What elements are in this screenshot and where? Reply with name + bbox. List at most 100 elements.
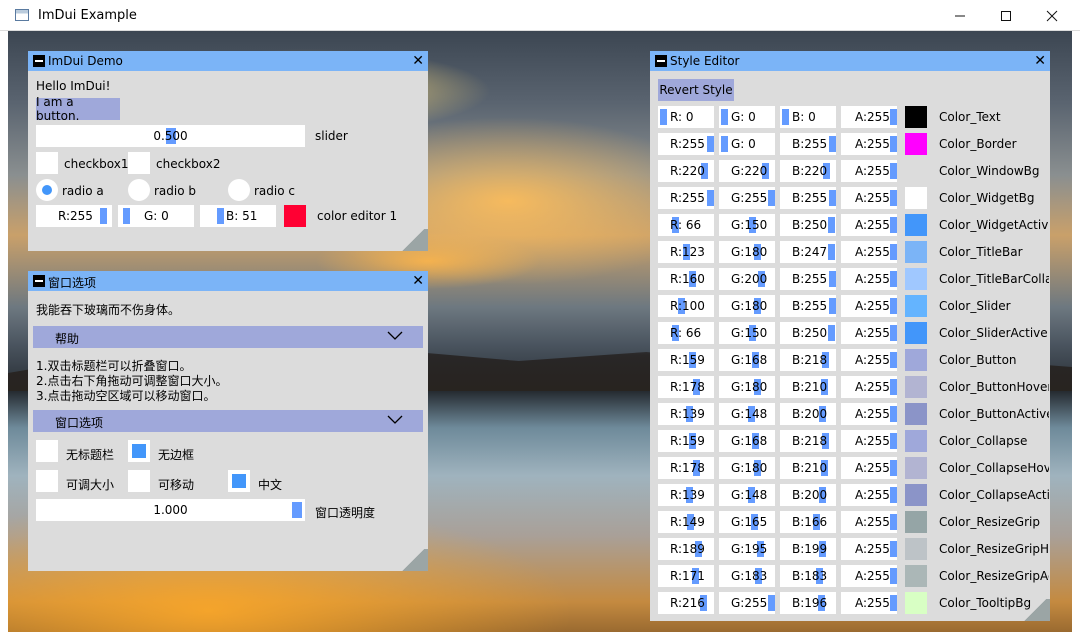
color-a-grab[interactable] [890, 271, 897, 287]
resize-grip[interactable] [398, 549, 428, 571]
color-b-field[interactable]: B:247 [780, 241, 836, 263]
color-swatch[interactable] [905, 133, 927, 155]
color-a-field[interactable]: A:255 [841, 322, 897, 344]
color-r-grab[interactable] [707, 190, 714, 206]
color-g-field[interactable]: G:255 [719, 187, 775, 209]
color-b-field[interactable]: B:250 [780, 214, 836, 236]
color-b-field[interactable]: B:200 [780, 403, 836, 425]
color-g-field[interactable]: G: 0 [719, 106, 775, 128]
color-a-field[interactable]: A:255 [841, 268, 897, 290]
color-swatch[interactable] [905, 538, 927, 560]
color-r-field[interactable]: R:159 [658, 349, 714, 371]
color-r-field[interactable]: R:123 [658, 241, 714, 263]
color-b-field[interactable]: B:218 [780, 430, 836, 452]
color-a-field[interactable]: A:255 [841, 457, 897, 479]
opacity-slider-grab[interactable] [292, 502, 302, 518]
color-r-field[interactable]: R:189 [658, 538, 714, 560]
color-r-field[interactable]: R:255 [658, 133, 714, 155]
slider[interactable]: 0.500 [36, 125, 305, 147]
color-swatch[interactable] [905, 457, 927, 479]
color-a-grab[interactable] [890, 568, 897, 584]
color-b-grab[interactable] [829, 298, 836, 314]
color-r-field[interactable]: R: 66 [658, 214, 714, 236]
color-r-field[interactable]: R: 66 [658, 322, 714, 344]
color-b-grab[interactable] [828, 217, 835, 233]
color-b-grab[interactable] [828, 244, 835, 260]
color-a-field[interactable]: A:255 [841, 295, 897, 317]
color-r-field[interactable]: R:139 [658, 484, 714, 506]
color-r-field[interactable]: R:149 [658, 511, 714, 533]
color-r-grab[interactable] [100, 208, 107, 224]
color-a-field[interactable]: A:255 [841, 214, 897, 236]
color-b-field[interactable]: B: 51 [200, 205, 276, 227]
color-swatch[interactable] [905, 187, 927, 209]
color-b-field[interactable]: B:255 [780, 133, 836, 155]
color-swatch[interactable] [905, 295, 927, 317]
options-window[interactable]: 窗口选项 ✕ 我能吞下玻璃而不伤身体。 帮助 1.双击标题栏可以折叠窗口。 2.… [28, 271, 428, 571]
color-a-grab[interactable] [890, 109, 897, 125]
color-g-field[interactable]: G:195 [719, 538, 775, 560]
color-g-field[interactable]: G:150 [719, 322, 775, 344]
minimize-button[interactable] [937, 0, 983, 31]
color-g-field[interactable]: G:168 [719, 430, 775, 452]
color-swatch[interactable] [905, 484, 927, 506]
color-g-field[interactable]: G:148 [719, 403, 775, 425]
color-a-field[interactable]: A:255 [841, 349, 897, 371]
color-b-field[interactable]: B:218 [780, 349, 836, 371]
color-b-field[interactable]: B:255 [780, 187, 836, 209]
color-swatch[interactable] [284, 205, 306, 227]
color-g-field[interactable]: G:168 [719, 349, 775, 371]
color-a-grab[interactable] [890, 325, 897, 341]
help-header[interactable]: 帮助 [33, 326, 423, 348]
color-r-field[interactable]: R:160 [658, 268, 714, 290]
color-g-field[interactable]: G: 0 [118, 205, 194, 227]
demo-button[interactable]: I am a button. [36, 95, 120, 123]
color-a-grab[interactable] [890, 298, 897, 314]
color-a-grab[interactable] [890, 379, 897, 395]
color-b-grab[interactable] [829, 190, 836, 206]
color-r-field[interactable]: R:171 [658, 565, 714, 587]
color-a-field[interactable]: A:255 [841, 565, 897, 587]
color-b-field[interactable]: B:255 [780, 295, 836, 317]
color-swatch[interactable] [905, 349, 927, 371]
color-b-grab[interactable] [217, 208, 224, 224]
style-editor-titlebar[interactable]: Style Editor ✕ [650, 51, 1050, 71]
style-editor-window[interactable]: Style Editor ✕ Revert Style R: 0 G: 0 B: 0… [650, 51, 1050, 621]
color-a-field[interactable]: A:255 [841, 538, 897, 560]
close-icon[interactable]: ✕ [412, 272, 424, 290]
close-icon[interactable]: ✕ [1034, 52, 1046, 70]
color-b-grab[interactable] [829, 136, 836, 152]
options-titlebar[interactable]: 窗口选项 ✕ [28, 271, 428, 291]
color-g-grab[interactable] [721, 109, 728, 125]
color-r-field[interactable]: R:216 [658, 592, 714, 614]
color-g-grab[interactable] [123, 208, 130, 224]
color-swatch[interactable] [905, 376, 927, 398]
color-g-field[interactable]: G:165 [719, 511, 775, 533]
chinese-checkbox[interactable] [228, 470, 250, 492]
color-a-field[interactable]: A:255 [841, 430, 897, 452]
color-a-grab[interactable] [890, 217, 897, 233]
color-b-field[interactable]: B:183 [780, 565, 836, 587]
color-swatch[interactable] [905, 565, 927, 587]
radio-b[interactable] [128, 179, 150, 201]
color-swatch[interactable] [905, 214, 927, 236]
color-a-grab[interactable] [890, 136, 897, 152]
color-a-field[interactable]: A:255 [841, 160, 897, 182]
demo-titlebar[interactable]: ImDui Demo ✕ [28, 51, 428, 71]
color-a-grab[interactable] [890, 406, 897, 422]
checkbox2[interactable] [128, 152, 150, 174]
color-g-field[interactable]: G: 0 [719, 133, 775, 155]
collapse-icon[interactable] [33, 275, 45, 287]
collapse-icon[interactable] [655, 55, 667, 67]
color-swatch[interactable] [905, 430, 927, 452]
color-r-field[interactable]: R:100 [658, 295, 714, 317]
color-swatch[interactable] [905, 268, 927, 290]
color-r-field[interactable]: R:178 [658, 457, 714, 479]
color-swatch[interactable] [905, 160, 927, 182]
color-b-field[interactable]: B:210 [780, 376, 836, 398]
color-g-field[interactable]: G:148 [719, 484, 775, 506]
color-a-field[interactable]: A:255 [841, 592, 897, 614]
radio-c[interactable] [228, 179, 250, 201]
color-a-grab[interactable] [890, 433, 897, 449]
color-b-field[interactable]: B:200 [780, 484, 836, 506]
